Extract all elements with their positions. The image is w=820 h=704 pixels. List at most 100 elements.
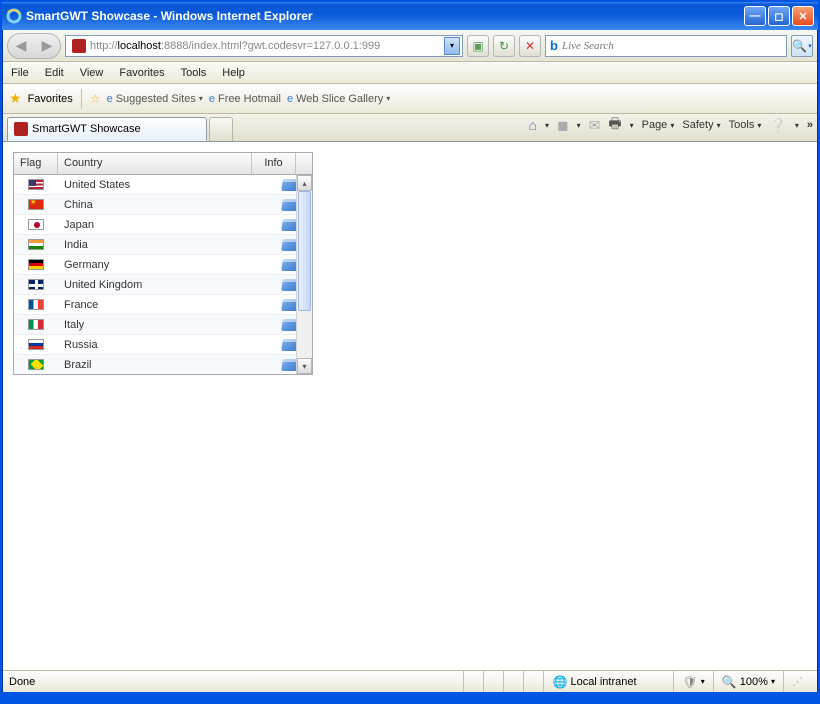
favorites-bar: ★ Favorites ☆ eSuggested Sites▾ eFree Ho… — [3, 84, 817, 114]
table-row[interactable]: India — [14, 235, 312, 255]
header-country[interactable]: Country — [58, 153, 252, 174]
zone-icon: 🌐 — [552, 675, 567, 689]
cell-country: India — [58, 239, 268, 251]
table-row[interactable]: Russia — [14, 335, 312, 355]
zoom-icon: 🔍 — [722, 675, 737, 689]
address-bar[interactable]: http://localhost:8888/index.html?gwt.cod… — [65, 35, 463, 57]
menu-tools[interactable]: Tools — [181, 67, 207, 79]
table-row[interactable]: Germany — [14, 255, 312, 275]
menu-file[interactable]: File — [11, 67, 29, 79]
flag-icon — [28, 279, 44, 290]
free-hotmail-link[interactable]: eFree Hotmail — [209, 93, 281, 105]
favorites-star-icon[interactable]: ★ — [9, 90, 22, 107]
grid-body: United States China Japan India Germany Unite… — [14, 175, 312, 374]
flag-icon — [28, 339, 44, 350]
zoom-label: 100% — [740, 676, 768, 688]
header-info[interactable]: Info — [252, 153, 296, 174]
maximize-button[interactable]: ◻ — [768, 6, 790, 26]
dropdown-icon[interactable]: ▾ — [630, 121, 634, 130]
grid-scrollbar[interactable]: ▴ ▾ — [296, 175, 312, 374]
tools-label: Tools — [729, 119, 755, 131]
flag-icon — [28, 359, 44, 370]
window-buttons: — ◻ ✕ — [744, 6, 814, 26]
menu-favorites[interactable]: Favorites — [119, 67, 164, 79]
refresh-button[interactable]: ↻ — [493, 35, 515, 57]
close-button[interactable]: ✕ — [792, 6, 814, 26]
more-commands-icon[interactable]: » — [807, 119, 813, 131]
menu-edit[interactable]: Edit — [45, 67, 64, 79]
search-icon: 🔍 — [792, 39, 807, 53]
cell-flag — [14, 319, 58, 330]
tab-smartgwt[interactable]: SmartGWT Showcase — [7, 117, 207, 141]
favorites-label[interactable]: Favorites — [28, 93, 73, 105]
mail-icon[interactable]: ✉ — [589, 117, 601, 134]
url-host: localhost — [118, 40, 161, 52]
resize-grip[interactable]: ⋰ — [783, 671, 811, 692]
compat-view-button[interactable]: ▣ — [467, 35, 489, 57]
flag-icon — [28, 319, 44, 330]
print-icon[interactable]: 🖶 — [608, 113, 621, 137]
safety-label: Safety — [682, 119, 713, 131]
help-icon[interactable]: ❔ — [769, 117, 786, 134]
table-row[interactable]: Japan — [14, 215, 312, 235]
search-go-button[interactable]: 🔍▾ — [791, 35, 813, 57]
menu-view[interactable]: View — [80, 67, 104, 79]
table-row[interactable]: United Kingdom — [14, 275, 312, 295]
flag-icon — [28, 299, 44, 310]
cell-flag — [14, 219, 58, 230]
back-icon[interactable]: ◀ — [10, 37, 32, 54]
cell-country: United Kingdom — [58, 279, 268, 291]
webslice-link[interactable]: eWeb Slice Gallery▾ — [287, 93, 390, 105]
address-dropdown-icon[interactable]: ▾ — [444, 37, 460, 55]
tools-menu[interactable]: Tools ▾ — [729, 119, 762, 131]
cell-country: United States — [58, 179, 268, 191]
cell-flag — [14, 199, 58, 210]
feeds-icon[interactable]: ◼ — [557, 117, 569, 134]
table-row[interactable]: Brazil — [14, 355, 312, 374]
status-bar: Done 🌐 Local intranet 🛡 ▾ 🔍 100% ▾ ⋰ — [3, 670, 817, 692]
cell-flag — [14, 359, 58, 370]
navigation-row: ◀ ▶ http://localhost:8888/index.html?gwt… — [3, 30, 817, 62]
stop-button[interactable]: ✕ — [519, 35, 541, 57]
dropdown-icon[interactable]: ▾ — [577, 121, 581, 130]
search-input[interactable] — [562, 40, 782, 52]
table-row[interactable]: United States — [14, 175, 312, 195]
flag-icon — [28, 239, 44, 250]
back-forward-buttons[interactable]: ◀ ▶ — [7, 33, 61, 59]
status-pane — [523, 671, 543, 692]
cell-flag — [14, 299, 58, 310]
url-prefix: http:// — [90, 40, 118, 52]
protected-mode[interactable]: 🛡 ▾ — [673, 671, 712, 692]
dropdown-icon[interactable]: ▾ — [545, 121, 549, 130]
tab-bar: SmartGWT Showcase ⌂ ▾ ◼ ▾ ✉ 🖶 ▾ Page ▾ Safe… — [3, 114, 817, 142]
safety-menu[interactable]: Safety ▾ — [682, 119, 720, 131]
suggested-sites-label: Suggested Sites — [116, 93, 196, 105]
search-box[interactable]: b — [545, 35, 787, 57]
scroll-up-icon[interactable]: ▴ — [297, 175, 312, 191]
suggested-sites-link[interactable]: eSuggested Sites▾ — [107, 93, 203, 105]
browser-chrome: ◀ ▶ http://localhost:8888/index.html?gwt… — [2, 30, 818, 692]
menu-help[interactable]: Help — [222, 67, 245, 79]
zoom-control[interactable]: 🔍 100% ▾ — [713, 671, 783, 692]
command-bar: ⌂ ▾ ◼ ▾ ✉ 🖶 ▾ Page ▾ Safety ▾ Tools ▾ ❔ ▾ » — [529, 113, 813, 141]
window-title: SmartGWT Showcase - Windows Internet Exp… — [26, 9, 744, 23]
header-flag[interactable]: Flag — [14, 153, 58, 174]
cell-country: China — [58, 199, 268, 211]
dropdown-icon[interactable]: ▾ — [795, 121, 799, 130]
table-row[interactable]: France — [14, 295, 312, 315]
forward-icon[interactable]: ▶ — [36, 37, 58, 54]
add-fav-star-icon[interactable]: ☆ — [90, 92, 101, 106]
status-pane — [503, 671, 523, 692]
ie-small-icon: e — [287, 93, 293, 105]
scroll-down-icon[interactable]: ▾ — [297, 358, 312, 374]
scroll-thumb[interactable] — [298, 191, 311, 311]
country-grid: Flag Country Info United States China Japa… — [13, 152, 313, 375]
security-zone[interactable]: 🌐 Local intranet — [543, 671, 673, 692]
new-tab-button[interactable] — [209, 117, 233, 141]
minimize-button[interactable]: — — [744, 6, 766, 26]
table-row[interactable]: Italy — [14, 315, 312, 335]
table-row[interactable]: China — [14, 195, 312, 215]
cell-flag — [14, 239, 58, 250]
page-menu[interactable]: Page ▾ — [642, 119, 675, 131]
home-icon[interactable]: ⌂ — [529, 117, 537, 133]
